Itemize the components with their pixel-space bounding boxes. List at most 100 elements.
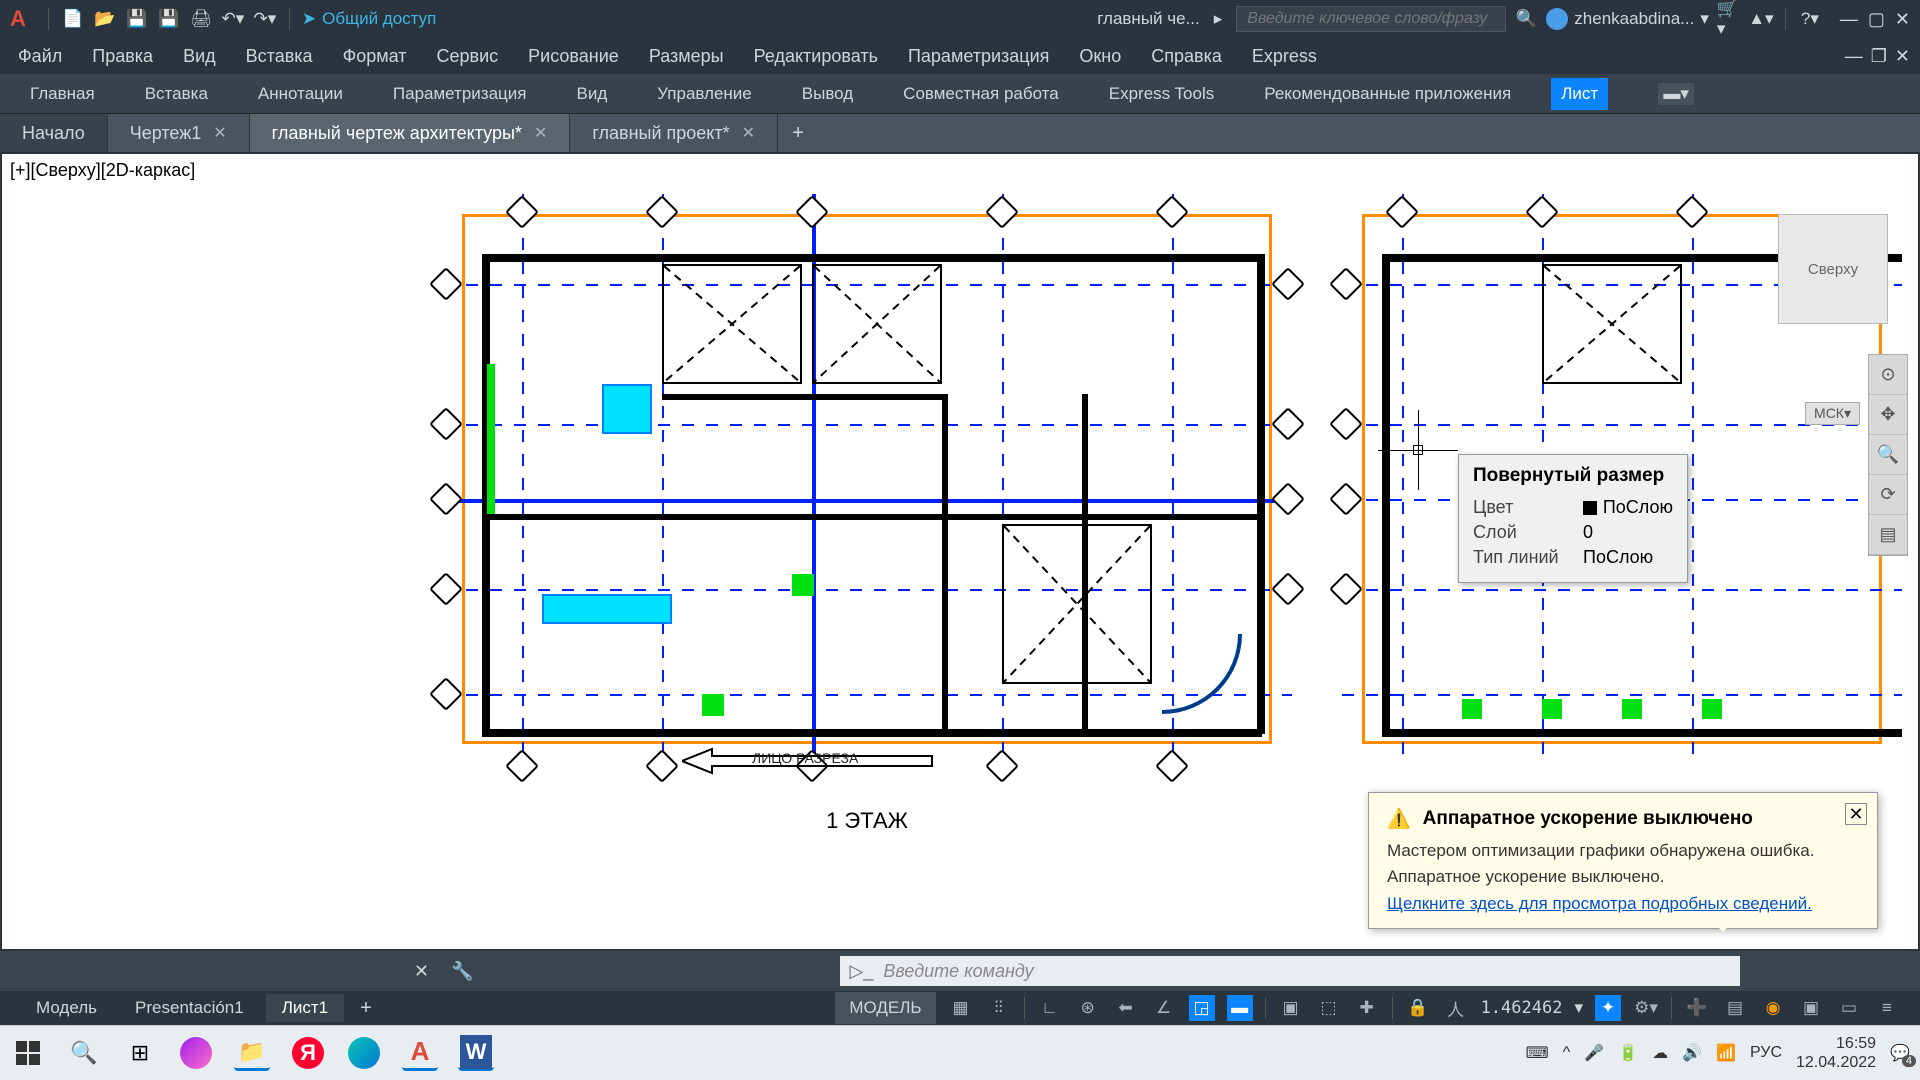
snap-icon[interactable]: ⫶⫶ (986, 995, 1012, 1021)
menu-view[interactable]: Вид (183, 46, 216, 67)
isodraft-icon[interactable]: ⬅ (1113, 995, 1139, 1021)
notification-link[interactable]: Щелкните здесь для просмотра подробных с… (1387, 894, 1812, 913)
tray-clock[interactable]: 16:59 12.04.2022 (1796, 1034, 1876, 1072)
cart-icon[interactable]: 🛒▾ (1717, 7, 1741, 31)
user-account[interactable]: zhenkaabdina...▾ (1546, 8, 1709, 30)
ribbon-tab-parametric[interactable]: Параметризация (383, 78, 537, 110)
ribbon-tab-home[interactable]: Главная (20, 78, 105, 110)
menu-parametric[interactable]: Параметризация (908, 46, 1049, 67)
polar-icon[interactable]: ⊛ (1075, 995, 1101, 1021)
edge-icon[interactable] (346, 1035, 382, 1071)
osnap-tracking-icon[interactable]: ∠ (1151, 995, 1177, 1021)
touchkeyboard-icon[interactable]: ⌨ (1526, 1043, 1549, 1063)
minimize-button[interactable]: — (1840, 9, 1858, 30)
layout-tab-2[interactable]: Лист1 (266, 994, 344, 1022)
units-icon[interactable]: ➕ (1684, 995, 1710, 1021)
hardware-accel-icon[interactable]: ◉ (1760, 995, 1786, 1021)
menu-format[interactable]: Формат (343, 46, 407, 67)
menu-edit[interactable]: Правка (92, 46, 153, 67)
tray-wifi-icon[interactable]: 📶 (1716, 1043, 1736, 1063)
grid-icon[interactable]: ▦ (948, 995, 974, 1021)
undo-icon[interactable]: ↶▾ (221, 7, 245, 31)
menu-express[interactable]: Express (1252, 46, 1317, 67)
doctab-drawing1[interactable]: Чертеж1✕ (108, 114, 250, 152)
drawing-canvas[interactable]: [+][Сверху][2D-каркас] (0, 152, 1920, 951)
cycling-icon[interactable]: ⬚ (1316, 995, 1342, 1021)
viewcube[interactable]: Сверху (1778, 214, 1888, 324)
ribbon-collapse-icon[interactable]: ▬▾ (1658, 83, 1694, 105)
nav-pan-icon[interactable]: ✥ (1869, 395, 1907, 435)
nav-wheel-icon[interactable]: ⊙ (1869, 355, 1907, 395)
command-input[interactable]: ▷_ Введите команду (840, 956, 1740, 986)
cmdline-close[interactable]: ✕ (408, 961, 435, 982)
cleanscreen-icon[interactable]: ▭ (1836, 995, 1862, 1021)
layout-tab-model[interactable]: Модель (20, 994, 113, 1022)
ribbon-tab-collab[interactable]: Совместная работа (893, 78, 1069, 110)
close-button[interactable]: ✕ (1895, 9, 1910, 30)
ribbon-tab-view[interactable]: Вид (566, 78, 617, 110)
cmdline-config-icon[interactable]: 🔧 (445, 961, 479, 982)
annoscale-lock-icon[interactable]: 🔒 (1405, 995, 1431, 1021)
quickprops-icon[interactable]: ▤ (1722, 995, 1748, 1021)
doc-restore[interactable]: ❐ (1871, 46, 1887, 67)
maximize-button[interactable]: ▢ (1868, 9, 1885, 30)
ucs-badge[interactable]: МСК▾ (1805, 402, 1860, 425)
close-icon[interactable]: ✕ (213, 123, 226, 143)
open-icon[interactable]: 📂 (93, 7, 117, 31)
menu-help[interactable]: Справка (1151, 46, 1222, 67)
tray-volume-icon[interactable]: 🔊 (1682, 1043, 1702, 1063)
nav-showmotion-icon[interactable]: ▤ (1869, 515, 1907, 555)
tray-cloud-icon[interactable]: ☁ (1652, 1043, 1668, 1063)
start-button[interactable] (10, 1035, 46, 1071)
layout-tab-1[interactable]: Presentación1 (119, 994, 260, 1022)
redo-icon[interactable]: ↷▾ (253, 7, 277, 31)
taskview-icon[interactable]: ⊞ (122, 1035, 158, 1071)
yandex-icon[interactable]: Я (290, 1035, 326, 1071)
menu-insert[interactable]: Вставка (246, 46, 313, 67)
menu-draw[interactable]: Рисование (528, 46, 619, 67)
close-icon[interactable]: ✕ (534, 123, 547, 143)
help-icon[interactable]: ?▾ (1798, 7, 1822, 31)
workspace-icon[interactable]: ⚙▾ (1633, 995, 1659, 1021)
menu-tools[interactable]: Сервис (437, 46, 499, 67)
nav-zoom-icon[interactable]: 🔍 (1869, 435, 1907, 475)
tray-mic-icon[interactable]: 🎤 (1584, 1043, 1604, 1063)
save-icon[interactable]: 💾 (125, 7, 149, 31)
ortho-icon[interactable]: ∟ (1037, 995, 1063, 1021)
autodesk-icon[interactable]: ▲▾ (1749, 7, 1773, 31)
menu-window[interactable]: Окно (1079, 46, 1121, 67)
ribbon-tab-output[interactable]: Вывод (792, 78, 863, 110)
nav-orbit-icon[interactable]: ⟳ (1869, 475, 1907, 515)
yandex-browser-icon[interactable] (178, 1035, 214, 1071)
menu-file[interactable]: Файл (18, 46, 62, 67)
annomonitor-icon[interactable]: ✚ (1354, 995, 1380, 1021)
annoscale-icon[interactable]: 人 (1443, 995, 1469, 1021)
lineweight-icon[interactable]: ▬ (1227, 995, 1253, 1021)
customize-icon[interactable]: ≡ (1874, 995, 1900, 1021)
explorer-icon[interactable]: 📁 (234, 1035, 270, 1071)
search-input[interactable] (1236, 6, 1506, 32)
close-icon[interactable]: ✕ (742, 123, 755, 143)
action-center-icon[interactable]: 💬4 (1890, 1043, 1910, 1063)
menu-modify[interactable]: Редактировать (754, 46, 878, 67)
ribbon-tab-annotate[interactable]: Аннотации (248, 78, 353, 110)
ribbon-tab-featured[interactable]: Рекомендованные приложения (1254, 78, 1521, 110)
ribbon-tab-manage[interactable]: Управление (647, 78, 762, 110)
ribbon-tab-express[interactable]: Express Tools (1099, 78, 1225, 110)
doc-close[interactable]: ✕ (1895, 46, 1910, 67)
tray-chevron-icon[interactable]: ^ (1563, 1044, 1571, 1062)
plot-icon[interactable]: 🖨 (189, 7, 213, 31)
model-paper-toggle[interactable]: МОДЕЛЬ (835, 992, 935, 1024)
doctab-start[interactable]: Начало (0, 114, 108, 152)
ribbon-tab-insert[interactable]: Вставка (135, 78, 218, 110)
add-tab-button[interactable]: + (778, 114, 818, 152)
scale-value[interactable]: 1.462462 (1481, 998, 1563, 1018)
isolate-icon[interactable]: ▣ (1798, 995, 1824, 1021)
saveas-icon[interactable]: 💾 (157, 7, 181, 31)
search-icon[interactable]: 🔍 (1514, 7, 1538, 31)
transparency-icon[interactable]: ▣ (1278, 995, 1304, 1021)
annotation-visibility-icon[interactable]: ✦ (1595, 995, 1621, 1021)
osnap-icon[interactable]: ◲ (1189, 995, 1215, 1021)
share-button[interactable]: ➤ Общий доступ (302, 9, 436, 29)
doctab-main-arch[interactable]: главный чертеж архитектуры*✕ (250, 114, 571, 152)
